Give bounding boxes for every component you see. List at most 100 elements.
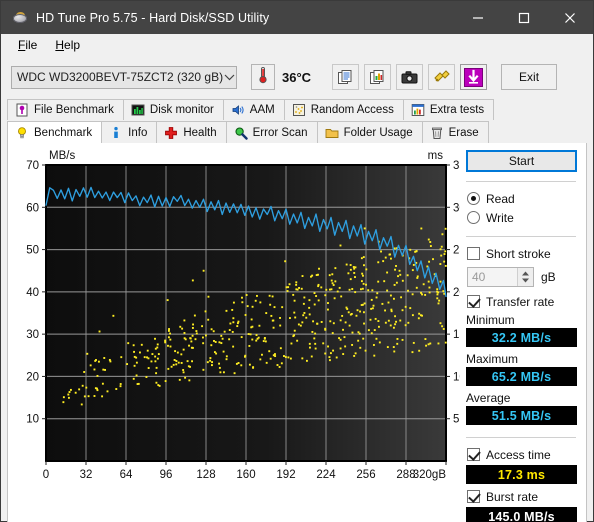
tab-aam[interactable]: AAM <box>222 99 285 120</box>
svg-text:ms: ms <box>428 150 444 162</box>
hd-tune-window: HD Tune Pro 5.75 - Hard Disk/SSD Utility… <box>0 0 594 522</box>
svg-text:35: 35 <box>453 160 460 172</box>
maximize-icon[interactable] <box>501 1 547 34</box>
menu-item-file[interactable]: File <box>9 36 46 55</box>
mode-read-label: Read <box>486 191 515 206</box>
exit-button[interactable]: Exit <box>501 64 558 90</box>
radio-write-icon <box>467 211 480 224</box>
toolbar-buttons <box>332 64 488 90</box>
magnifier-icon <box>234 126 248 140</box>
svg-text:0: 0 <box>43 469 49 481</box>
tab-extra-tests-label: Extra tests <box>429 104 485 116</box>
disk-monitor-icon <box>131 103 145 117</box>
divider <box>466 437 576 438</box>
svg-text:10: 10 <box>453 371 460 383</box>
chevron-down-icon <box>223 74 236 81</box>
menu-item-help[interactable]: Help <box>46 36 89 55</box>
minimum-label: Minimum <box>466 313 515 327</box>
menu-help-rest: elp <box>64 37 81 52</box>
window-title: HD Tune Pro 5.75 - Hard Disk/SSD Utility <box>36 10 270 25</box>
temperature-value: 36°C <box>282 69 312 85</box>
svg-text:320gB: 320gB <box>413 469 447 481</box>
menu-bar: File Help <box>1 34 593 57</box>
tab-strip: File Benchmark Disk monitor AAM Random A… <box>1 97 593 143</box>
mode-read-option[interactable]: Read <box>462 189 580 208</box>
svg-text:70: 70 <box>26 160 39 172</box>
file-benchmark-icon <box>15 103 29 117</box>
mode-write-option[interactable]: Write <box>462 208 580 227</box>
chart-svg: 10 20 30 40 50 60 70 5 10 15 20 25 30 35 0 32 64 96 128 160… <box>26 150 460 481</box>
screenshot-icon[interactable] <box>396 64 424 90</box>
title-bar: HD Tune Pro 5.75 - Hard Disk/SSD Utility <box>1 1 593 34</box>
tab-benchmark[interactable]: Benchmark <box>7 121 103 143</box>
close-icon[interactable] <box>547 1 593 34</box>
copy-graph-icon[interactable] <box>364 64 392 90</box>
svg-text:40: 40 <box>26 287 39 299</box>
short-stroke-unit: gB <box>541 270 556 284</box>
svg-text:160: 160 <box>236 469 255 481</box>
drive-select-value: WDC WD3200BEVT-75ZCT2 (320 gB) <box>17 70 224 84</box>
benchmark-controls: Start Read Write Short stroke 40 gB Tran… <box>459 143 586 522</box>
tab-row-1: File Benchmark Disk monitor AAM Random A… <box>7 97 587 120</box>
short-stroke-checkbox[interactable]: Short stroke <box>462 244 580 263</box>
divider <box>466 181 576 182</box>
access-time-checkbox[interactable]: Access time <box>462 445 580 464</box>
transfer-rate-checkbox[interactable]: Transfer rate <box>462 292 580 311</box>
tab-extra-tests[interactable]: Extra tests <box>402 99 495 120</box>
benchmark-chart: 10 20 30 40 50 60 70 5 10 15 20 25 30 35 0 32 64 96 128 160… <box>8 143 460 522</box>
settings-icon[interactable] <box>428 64 456 90</box>
copy-report-icon[interactable] <box>332 64 360 90</box>
short-stroke-stepper[interactable]: 40 <box>467 267 534 287</box>
tab-folder-usage[interactable]: Folder Usage <box>316 121 423 143</box>
hard-disk-icon <box>12 10 28 26</box>
burst-rate-value: 145.0 MB/s <box>466 507 577 522</box>
burst-rate-checkbox[interactable]: Burst rate <box>462 487 580 506</box>
access-time-label: Access time <box>486 447 551 462</box>
tab-random-access[interactable]: Random Access <box>283 99 404 120</box>
tab-row-2: Benchmark Info Health Error Scan Folder … <box>7 120 587 143</box>
svg-text:30: 30 <box>453 202 460 214</box>
svg-text:50: 50 <box>26 245 39 257</box>
random-access-icon <box>292 103 306 117</box>
svg-text:64: 64 <box>120 469 133 481</box>
tab-disk-monitor-label: Disk monitor <box>149 104 214 116</box>
speaker-icon <box>231 103 245 117</box>
average-label: Average <box>466 391 511 405</box>
radio-read-icon <box>467 192 480 205</box>
access-time-value: 17.3 ms <box>466 465 577 484</box>
thermometer-icon <box>257 66 269 89</box>
tab-disk-monitor[interactable]: Disk monitor <box>122 99 224 120</box>
checkbox-transfer-rate-icon <box>467 295 480 308</box>
temperature-button[interactable] <box>251 64 275 90</box>
svg-text:30: 30 <box>26 329 39 341</box>
info-icon <box>109 126 123 140</box>
tab-health-label: Health <box>183 126 217 139</box>
drive-select[interactable]: WDC WD3200BEVT-75ZCT2 (320 gB) <box>11 65 237 89</box>
tab-file-benchmark[interactable]: File Benchmark <box>7 99 124 120</box>
svg-text:15: 15 <box>453 329 460 341</box>
svg-text:MB/s: MB/s <box>49 150 75 162</box>
minimize-icon[interactable] <box>455 1 501 34</box>
tab-error-scan[interactable]: Error Scan <box>225 121 318 143</box>
save-download-icon[interactable] <box>460 64 488 90</box>
mode-write-label: Write <box>486 210 514 225</box>
stepper-arrows-icon[interactable] <box>517 268 533 286</box>
start-button[interactable]: Start <box>466 150 577 172</box>
tab-info[interactable]: Info <box>101 121 158 143</box>
transfer-rate-label: Transfer rate <box>486 294 555 309</box>
tab-health[interactable]: Health <box>156 121 227 143</box>
svg-text:20: 20 <box>26 371 39 383</box>
svg-text:25: 25 <box>453 245 460 257</box>
tab-benchmark-label: Benchmark <box>34 126 93 139</box>
tab-error-scan-label: Error Scan <box>252 126 308 139</box>
checkbox-burst-rate-icon <box>467 490 480 503</box>
divider <box>466 236 576 237</box>
svg-text:10: 10 <box>26 414 39 426</box>
short-stroke-size-row: 40 gB <box>462 267 580 287</box>
svg-text:60: 60 <box>26 202 39 214</box>
tab-erase[interactable]: Erase <box>421 121 489 143</box>
maximum-label: Maximum <box>466 352 519 366</box>
tab-file-benchmark-label: File Benchmark <box>34 104 114 116</box>
tab-folder-usage-label: Folder Usage <box>343 126 413 139</box>
trash-icon <box>430 126 444 140</box>
